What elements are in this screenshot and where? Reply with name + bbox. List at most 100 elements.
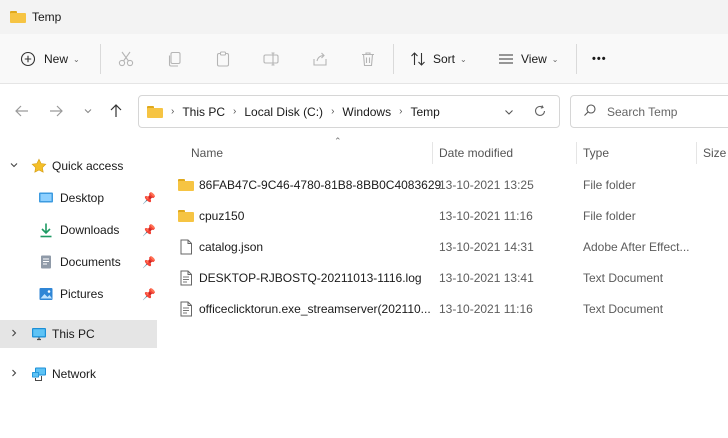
sidebar-item-label: Quick access <box>52 159 124 173</box>
refresh-icon <box>534 105 546 116</box>
rename-icon <box>261 49 281 69</box>
arrow-up-icon <box>108 103 124 122</box>
address-bar[interactable]: › This PC › Local Disk (C:) › Windows › … <box>138 95 560 128</box>
file-row[interactable]: catalog.json 13-10-2021 14:31 Adobe Afte… <box>174 232 728 262</box>
copy-button[interactable] <box>165 45 185 73</box>
column-header-label: Type <box>583 146 610 160</box>
file-row[interactable]: officeclicktorun.exe_streamserver(202110… <box>174 294 728 324</box>
sidebar-item-label: Documents <box>60 255 121 269</box>
address-history-button[interactable] <box>503 106 515 121</box>
column-divider[interactable] <box>696 142 697 164</box>
sort-button[interactable]: Sort ⌄ <box>408 45 467 73</box>
rename-button[interactable] <box>261 45 281 73</box>
computer-icon <box>31 326 47 342</box>
file-date: 13-10-2021 13:41 <box>439 271 534 285</box>
chevron-right-icon[interactable] <box>9 368 19 381</box>
sidebar-item-pictures[interactable]: Pictures 📌 <box>0 280 157 308</box>
file-row[interactable]: 86FAB47C-9C46-4780-81B8-8BB0C4083629 13-… <box>174 170 728 200</box>
file-row[interactable]: DESKTOP-RJBOSTQ-20211013-1116.log 13-10-… <box>174 263 728 293</box>
network-icon <box>31 366 47 382</box>
navigation-pane: Quick access Desktop 📌 Downloads 📌 Docum… <box>0 140 160 438</box>
file-name: officeclicktorun.exe_streamserver(202110… <box>199 302 431 316</box>
pin-icon[interactable]: 📌 <box>142 224 156 237</box>
share-icon <box>310 49 330 69</box>
share-button[interactable] <box>310 45 330 73</box>
sidebar-item-quick-access[interactable]: Quick access <box>0 152 157 180</box>
search-input[interactable] <box>607 104 717 119</box>
file-type: File folder <box>583 209 636 223</box>
delete-button[interactable] <box>358 45 378 73</box>
column-header-label: Size <box>703 146 727 160</box>
paste-button[interactable] <box>213 45 233 73</box>
trash-icon <box>358 49 378 69</box>
chevron-down-icon: ⌄ <box>460 54 467 64</box>
title-bar: Temp <box>0 0 728 34</box>
column-header-label: Name <box>191 146 224 160</box>
sort-icon <box>408 49 428 69</box>
recent-locations-button[interactable] <box>78 102 98 122</box>
breadcrumb-temp[interactable]: Temp <box>410 105 439 119</box>
copy-icon <box>165 49 185 69</box>
sidebar-item-label: This PC <box>52 327 95 341</box>
chevron-down-icon: ⌄ <box>551 54 559 64</box>
view-list-icon <box>496 49 516 69</box>
chevron-down-icon[interactable] <box>9 160 19 173</box>
breadcrumb-windows[interactable]: Windows <box>342 105 391 119</box>
pin-icon[interactable]: 📌 <box>142 288 156 301</box>
more-options-button[interactable]: ••• <box>592 45 607 73</box>
command-bar: New ⌄ Sort ⌄ View ⌄ ••• <box>0 34 728 84</box>
new-button[interactable]: New ⌄ <box>18 45 80 73</box>
sidebar-item-downloads[interactable]: Downloads 📌 <box>0 216 157 244</box>
view-label: View <box>521 52 547 66</box>
file-name: cpuz150 <box>199 209 245 223</box>
sidebar-item-label: Downloads <box>60 223 120 237</box>
pictures-icon <box>38 286 54 302</box>
cut-button[interactable] <box>116 45 136 73</box>
view-button[interactable]: View ⌄ <box>496 45 559 73</box>
sidebar-item-network[interactable]: Network <box>0 360 157 388</box>
file-name: catalog.json <box>199 240 264 254</box>
column-header-date[interactable]: Date modified <box>439 140 569 166</box>
sidebar-item-desktop[interactable]: Desktop 📌 <box>0 184 157 212</box>
file-date: 13-10-2021 14:31 <box>439 240 534 254</box>
window-title: Temp <box>32 10 62 24</box>
forward-button[interactable] <box>46 102 66 122</box>
chevron-down-icon: ⌄ <box>73 54 80 64</box>
navigation-row: › This PC › Local Disk (C:) › Windows › … <box>0 84 728 140</box>
column-divider[interactable] <box>432 142 433 164</box>
sidebar-item-label: Network <box>52 367 97 381</box>
chevron-down-icon <box>83 105 93 119</box>
pin-icon[interactable]: 📌 <box>142 256 156 269</box>
chevron-right-icon: › <box>331 106 335 117</box>
scissors-icon <box>116 49 136 69</box>
column-header-label: Date modified <box>439 146 514 160</box>
refresh-button[interactable] <box>533 104 547 121</box>
file-row[interactable]: cpuz150 13-10-2021 11:16 File folder <box>174 201 728 231</box>
file-date: 13-10-2021 11:16 <box>439 302 533 316</box>
sidebar-item-this-pc[interactable]: This PC <box>0 320 157 348</box>
breadcrumb-this-pc[interactable]: This PC <box>182 105 225 119</box>
folder-icon <box>178 177 194 193</box>
up-button[interactable] <box>106 102 126 122</box>
column-header-type[interactable]: Type <box>583 140 693 166</box>
new-label: New <box>44 52 69 66</box>
folder-icon <box>147 105 163 118</box>
column-header-size[interactable]: Size <box>703 140 728 166</box>
file-type: Text Document <box>583 302 664 316</box>
file-name: DESKTOP-RJBOSTQ-20211013-1116.log <box>199 271 422 285</box>
search-box[interactable] <box>570 95 728 128</box>
pin-icon[interactable]: 📌 <box>142 192 156 205</box>
file-date: 13-10-2021 11:16 <box>439 209 533 223</box>
arrow-right-icon <box>48 103 64 122</box>
search-icon <box>583 103 597 120</box>
plus-icon <box>18 49 38 69</box>
back-button[interactable] <box>12 102 32 122</box>
column-header-name[interactable]: ⌃ Name <box>191 136 429 166</box>
toolbar-divider <box>576 44 577 74</box>
breadcrumb-local-disk[interactable]: Local Disk (C:) <box>244 105 323 119</box>
file-date: 13-10-2021 13:25 <box>439 178 534 192</box>
text-file-icon <box>178 270 194 286</box>
column-divider[interactable] <box>576 142 577 164</box>
sidebar-item-documents[interactable]: Documents 📌 <box>0 248 157 276</box>
chevron-right-icon[interactable] <box>9 328 19 341</box>
